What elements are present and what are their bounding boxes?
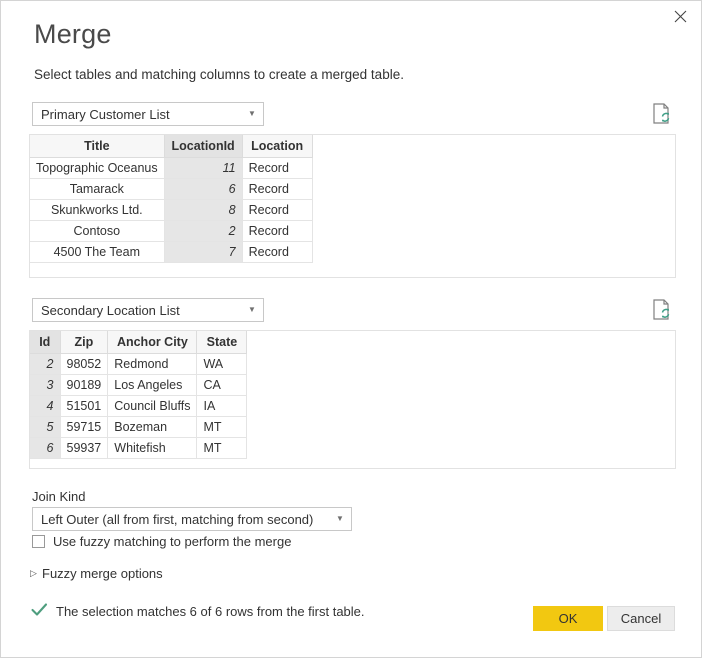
secondary-table-preview: IdZipAnchor CityState 298052RedmondWA390… <box>29 330 676 469</box>
column-header[interactable]: Zip <box>60 331 108 353</box>
column-header[interactable]: Location <box>242 135 312 157</box>
table-cell: Record <box>242 241 312 262</box>
table-cell: MT <box>197 437 247 458</box>
table-cell: IA <box>197 395 247 416</box>
table-cell: 59937 <box>60 437 108 458</box>
fuzzy-matching-checkbox[interactable] <box>32 535 45 548</box>
fuzzy-merge-options-label: Fuzzy merge options <box>42 566 163 581</box>
column-header[interactable]: Id <box>30 331 60 353</box>
secondary-table-select[interactable]: Secondary Location List ▼ <box>32 298 264 322</box>
table-cell: Bozeman <box>108 416 197 437</box>
table-cell: 51501 <box>60 395 108 416</box>
table-cell: Record <box>242 220 312 241</box>
cancel-button[interactable]: Cancel <box>607 606 675 631</box>
table-cell: 6 <box>164 178 242 199</box>
checkmark-icon <box>30 602 52 620</box>
chevron-down-icon: ▼ <box>245 306 259 314</box>
table-row: 4500 The Team7Record <box>30 241 312 262</box>
table-row: 451501Council BluffsIA <box>30 395 247 416</box>
table-cell: Record <box>242 199 312 220</box>
table-cell: 98052 <box>60 353 108 374</box>
table-row: Topographic Oceanus11Record <box>30 157 312 178</box>
table-cell: Record <box>242 157 312 178</box>
refresh-page-icon[interactable] <box>650 298 672 322</box>
table-cell: MT <box>197 416 247 437</box>
ok-button[interactable]: OK <box>533 606 603 631</box>
table-cell: Skunkworks Ltd. <box>30 199 164 220</box>
primary-table-select-value: Primary Customer List <box>41 107 245 122</box>
table-cell: Los Angeles <box>108 374 197 395</box>
table-cell: WA <box>197 353 247 374</box>
table-header-row: TitleLocationIdLocation <box>30 135 312 157</box>
fuzzy-merge-options-expander[interactable]: ▷ Fuzzy merge options <box>30 566 163 581</box>
table-cell: 90189 <box>60 374 108 395</box>
table-row: Contoso2Record <box>30 220 312 241</box>
table-row: 390189Los AngelesCA <box>30 374 247 395</box>
column-header[interactable]: LocationId <box>164 135 242 157</box>
table-cell: Whitefish <box>108 437 197 458</box>
table-row: 559715BozemanMT <box>30 416 247 437</box>
fuzzy-matching-label: Use fuzzy matching to perform the merge <box>53 534 291 549</box>
table-cell: 11 <box>164 157 242 178</box>
table-row: Skunkworks Ltd.8Record <box>30 199 312 220</box>
triangle-right-icon: ▷ <box>30 569 42 578</box>
table-cell: 6 <box>30 437 60 458</box>
secondary-table-select-value: Secondary Location List <box>41 303 245 318</box>
close-icon <box>674 10 687 23</box>
status-message-row: The selection matches 6 of 6 rows from t… <box>30 602 365 620</box>
close-button[interactable] <box>659 1 701 31</box>
page-subtitle: Select tables and matching columns to cr… <box>34 67 404 82</box>
table-cell: Redmond <box>108 353 197 374</box>
chevron-down-icon: ▼ <box>333 515 347 523</box>
table-cell: 7 <box>164 241 242 262</box>
table-cell: CA <box>197 374 247 395</box>
column-header[interactable]: Anchor City <box>108 331 197 353</box>
primary-table-select[interactable]: Primary Customer List ▼ <box>32 102 264 126</box>
secondary-preview-table: IdZipAnchor CityState 298052RedmondWA390… <box>30 331 247 459</box>
table-row: 659937WhitefishMT <box>30 437 247 458</box>
join-kind-label: Join Kind <box>32 489 85 504</box>
table-cell: 8 <box>164 199 242 220</box>
table-cell: 2 <box>164 220 242 241</box>
table-cell: Topographic Oceanus <box>30 157 164 178</box>
table-row: 298052RedmondWA <box>30 353 247 374</box>
fuzzy-matching-checkbox-row[interactable]: Use fuzzy matching to perform the merge <box>32 534 291 549</box>
table-cell: 3 <box>30 374 60 395</box>
table-cell: Contoso <box>30 220 164 241</box>
table-cell: 59715 <box>60 416 108 437</box>
refresh-page-icon[interactable] <box>650 102 672 126</box>
table-cell: Council Bluffs <box>108 395 197 416</box>
column-header[interactable]: State <box>197 331 247 353</box>
page-title: Merge <box>34 20 112 50</box>
table-cell: 4 <box>30 395 60 416</box>
primary-preview-table: TitleLocationIdLocation Topographic Ocea… <box>30 135 313 263</box>
table-cell: 2 <box>30 353 60 374</box>
table-cell: 5 <box>30 416 60 437</box>
table-row: Tamarack6Record <box>30 178 312 199</box>
table-header-row: IdZipAnchor CityState <box>30 331 247 353</box>
primary-table-preview: TitleLocationIdLocation Topographic Ocea… <box>29 134 676 278</box>
table-cell: Record <box>242 178 312 199</box>
chevron-down-icon: ▼ <box>245 110 259 118</box>
table-cell: 4500 The Team <box>30 241 164 262</box>
table-cell: Tamarack <box>30 178 164 199</box>
join-kind-select[interactable]: Left Outer (all from first, matching fro… <box>32 507 352 531</box>
column-header[interactable]: Title <box>30 135 164 157</box>
merge-dialog: Merge Select tables and matching columns… <box>0 0 702 658</box>
join-kind-select-value: Left Outer (all from first, matching fro… <box>41 512 333 527</box>
status-message: The selection matches 6 of 6 rows from t… <box>56 604 365 619</box>
